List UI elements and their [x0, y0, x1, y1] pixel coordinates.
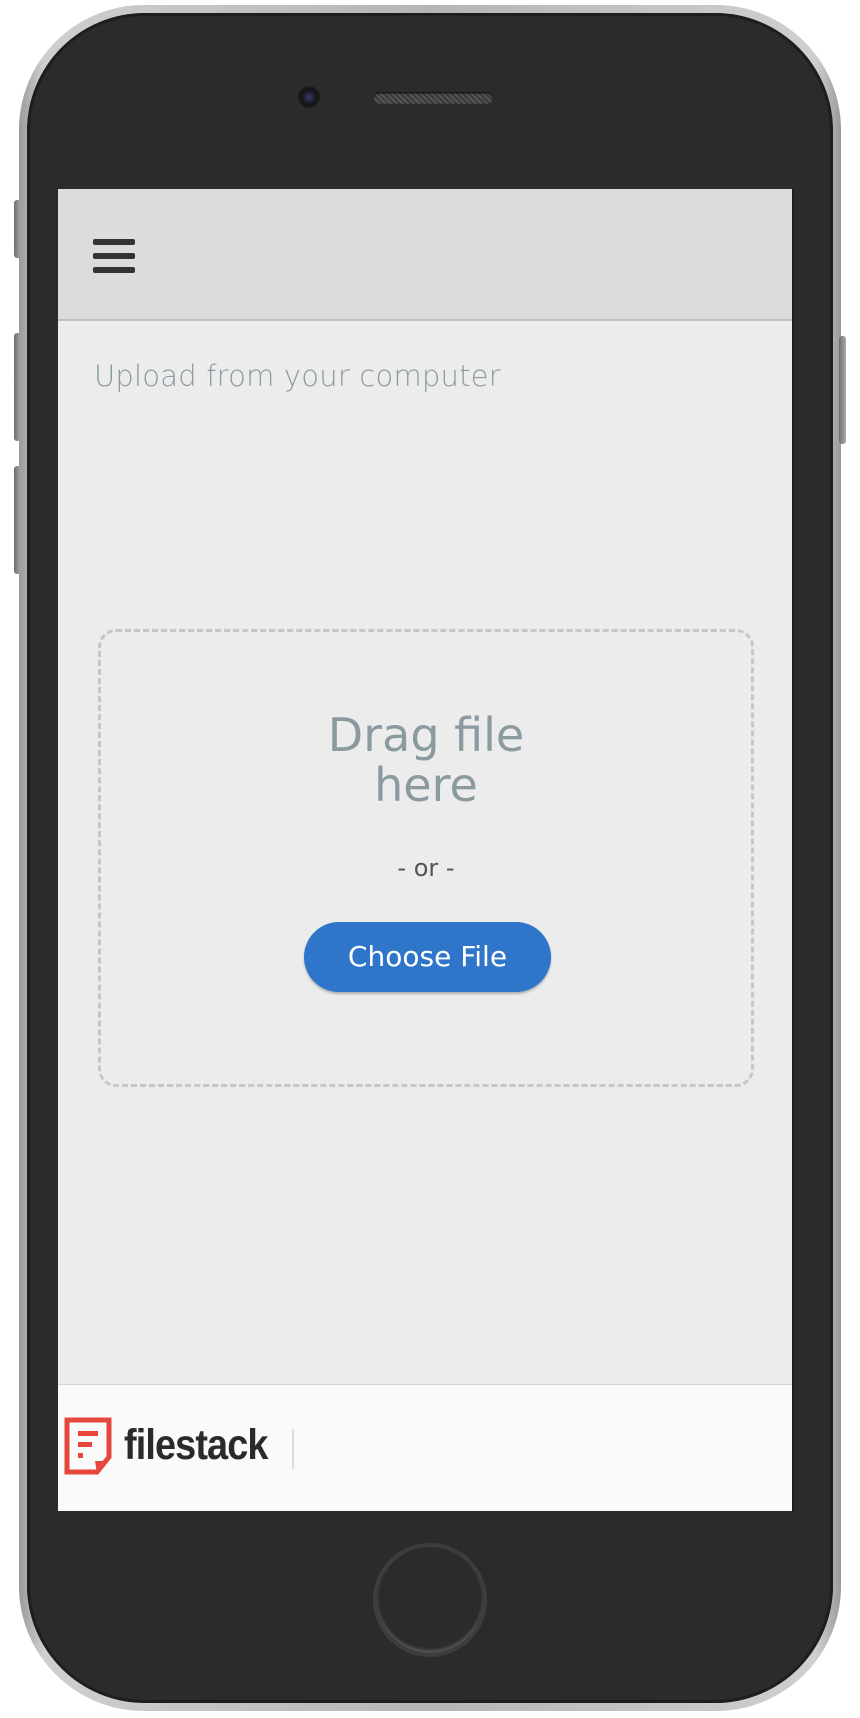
earpiece-speaker: [373, 92, 493, 104]
file-dropzone[interactable]: Drag file here - or - Choose File: [98, 629, 754, 1087]
front-camera-icon: [300, 88, 318, 106]
phone-power-button: [839, 336, 846, 444]
drag-text-line1: Drag file: [327, 708, 525, 762]
drag-text-line2: here: [374, 758, 478, 812]
top-bar: [58, 189, 794, 321]
phone-mute-switch: [14, 200, 21, 258]
section-title: Upload from your computer: [94, 359, 501, 393]
hamburger-line: [93, 267, 135, 273]
choose-file-button[interactable]: Choose File: [304, 922, 551, 992]
footer: filestack: [58, 1384, 794, 1511]
or-separator: - or -: [397, 854, 455, 882]
hamburger-line: [93, 239, 135, 245]
footer-divider: [292, 1429, 294, 1469]
screen-edge: [792, 189, 794, 1511]
hamburger-line: [93, 253, 135, 259]
phone-volume-up-button: [14, 333, 21, 441]
filestack-logo-text: filestack: [124, 1421, 268, 1469]
phone-volume-down-button: [14, 466, 21, 574]
phone-screen: Upload from your computer Drag file here…: [58, 189, 794, 1511]
drag-file-text: Drag file here: [101, 710, 751, 810]
home-button[interactable]: [373, 1543, 487, 1657]
filestack-logo-icon: [64, 1417, 112, 1475]
hamburger-menu-icon[interactable]: [93, 239, 135, 275]
